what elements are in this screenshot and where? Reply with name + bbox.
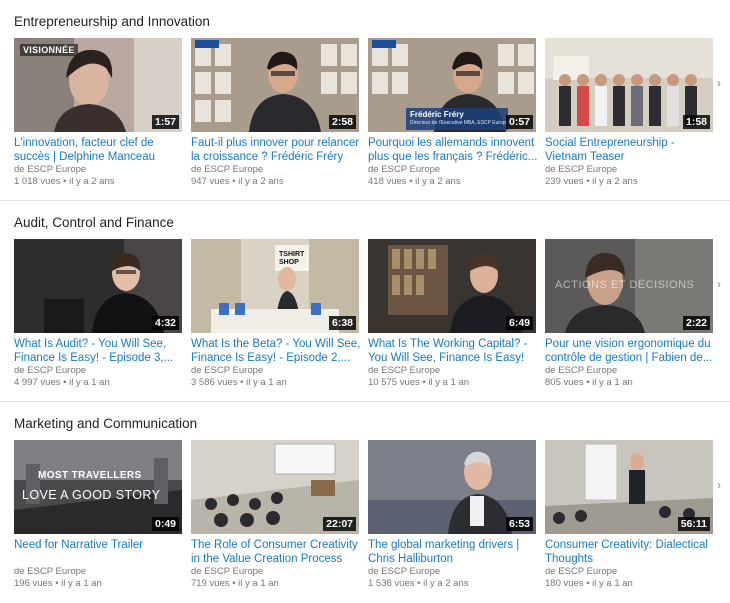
- video-meta: 4 997 vues • il y a 1 an: [14, 377, 110, 388]
- video-thumbnail[interactable]: ACTIONS ET DÉCISIONS 2:22: [545, 239, 713, 333]
- video-thumbnail[interactable]: MOST TRAVELLERS LOVE A GOOD STORY 0:49: [14, 440, 182, 534]
- video-thumbnail[interactable]: 6:53: [368, 440, 536, 534]
- video-meta: 1 018 vues • il y a 2 ans: [14, 176, 115, 187]
- duration-badge: 6:49: [505, 316, 533, 330]
- video-title-link[interactable]: The global marketing drivers | Chris Hal…: [368, 538, 538, 566]
- video-meta: 805 vues • il y a 1 an: [545, 377, 633, 388]
- video-thumbnail[interactable]: 1:58: [545, 38, 713, 132]
- video-title-link[interactable]: Pour une vision ergonomique du contrôle …: [545, 337, 715, 365]
- channel-name: de ESCP Europe: [368, 566, 441, 577]
- video-thumbnail[interactable]: 2:58: [191, 38, 359, 132]
- channel-name: de ESCP Europe: [545, 365, 618, 376]
- video-title-link[interactable]: What Is The Working Capital? - You Will …: [368, 337, 538, 365]
- video-meta: 180 vues • il y a 1 an: [545, 578, 633, 589]
- video-title-link[interactable]: Pourquoi les allemands innovent plus que…: [368, 136, 538, 164]
- watched-badge: VISIONNÉE: [20, 44, 78, 56]
- video-meta: 719 vues • il y a 1 an: [191, 578, 279, 589]
- video-meta: 239 vues • il y a 2 ans: [545, 176, 638, 187]
- channel-name: de ESCP Europe: [191, 164, 264, 175]
- video-title-link[interactable]: Consumer Creativity: Dialectical Thought…: [545, 538, 715, 566]
- video-title-link[interactable]: L'innovation, facteur clef de succès | D…: [14, 136, 184, 164]
- shop-sign-text: TSHIRT SHOP: [279, 251, 305, 266]
- overlay-line-1: MOST TRAVELLERS: [38, 470, 142, 481]
- video-title-link[interactable]: Faut-il plus innover pour relancer la cr…: [191, 136, 361, 164]
- shelf-marketing: Marketing and Communication MOST TRAVELL…: [0, 416, 730, 596]
- overlay-line-2: LOVE A GOOD STORY: [22, 488, 161, 502]
- lower-third-name: Frédéric Fréry: [410, 110, 464, 119]
- shelf-divider: [0, 200, 730, 201]
- duration-badge: 22:07: [323, 517, 356, 531]
- video-thumbnail[interactable]: 22:07: [191, 440, 359, 534]
- shelf-next-arrow-icon[interactable]: ›: [717, 76, 721, 90]
- video-meta: 947 vues • il y a 2 ans: [191, 176, 284, 187]
- channel-name: de ESCP Europe: [545, 164, 618, 175]
- shelf-divider: [0, 401, 730, 402]
- duration-badge: 0:57: [505, 115, 533, 129]
- video-thumbnail[interactable]: TSHIRT SHOP 6:38: [191, 239, 359, 333]
- shelf-title[interactable]: Audit, Control and Finance: [14, 215, 174, 230]
- duration-badge: 6:53: [505, 517, 533, 531]
- channel-name: de ESCP Europe: [14, 365, 87, 376]
- shelf-title[interactable]: Marketing and Communication: [14, 416, 197, 431]
- channel-name: de ESCP Europe: [368, 164, 441, 175]
- channel-name: de ESCP Europe: [545, 566, 618, 577]
- video-meta: 1 538 vues • il y a 2 ans: [368, 578, 469, 589]
- channel-name: de ESCP Europe: [14, 566, 87, 577]
- video-thumbnail[interactable]: 4:32: [14, 239, 182, 333]
- video-title-link[interactable]: Need for Narrative Trailer: [14, 538, 184, 566]
- video-thumbnail[interactable]: VISIONNÉE 1:57: [14, 38, 182, 132]
- video-title-link[interactable]: What Is the Beta? - You Will See, Financ…: [191, 337, 361, 365]
- duration-badge: 0:49: [151, 517, 179, 531]
- overlay-caption: ACTIONS ET DÉCISIONS: [555, 279, 695, 291]
- duration-badge: 4:32: [151, 316, 179, 330]
- channel-name: de ESCP Europe: [191, 365, 264, 376]
- duration-badge: 56:11: [677, 517, 710, 531]
- video-thumbnail[interactable]: Frédéric Fréry Directeur de l'Executive …: [368, 38, 536, 132]
- channel-name: de ESCP Europe: [14, 164, 87, 175]
- duration-badge: 1:58: [682, 115, 710, 129]
- lower-third-role: Directeur de l'Executive MBA, ESCP Europ…: [410, 120, 509, 126]
- video-meta: 418 vues • il y a 2 ans: [368, 176, 461, 187]
- shelf-title[interactable]: Entrepreneurship and Innovation: [14, 14, 210, 29]
- video-thumbnail[interactable]: 56:11: [545, 440, 713, 534]
- video-title-link[interactable]: What Is Audit? - You Will See, Finance I…: [14, 337, 184, 365]
- duration-badge: 1:57: [151, 115, 179, 129]
- video-meta: 196 vues • il y a 1 an: [14, 578, 102, 589]
- video-title-link[interactable]: The Role of Consumer Creativity in the V…: [191, 538, 361, 566]
- channel-name: de ESCP Europe: [368, 365, 441, 376]
- duration-badge: 6:38: [328, 316, 356, 330]
- channel-name: de ESCP Europe: [191, 566, 264, 577]
- video-title-link[interactable]: Social Entrepreneurship - Vietnam Teaser: [545, 136, 715, 164]
- shelf-next-arrow-icon[interactable]: ›: [717, 478, 721, 492]
- video-meta: 10 575 vues • il y a 1 an: [368, 377, 470, 388]
- duration-badge: 2:22: [682, 316, 710, 330]
- video-thumbnail[interactable]: 6:49: [368, 239, 536, 333]
- video-meta: 3 586 vues • il y a 1 an: [191, 377, 287, 388]
- shelf-entrepreneurship: Entrepreneurship and Innovation VISIONNÉ…: [0, 14, 730, 194]
- duration-badge: 2:58: [328, 115, 356, 129]
- shelf-audit-finance: Audit, Control and Finance 4:32 What Is …: [0, 215, 730, 395]
- shelf-next-arrow-icon[interactable]: ›: [717, 277, 721, 291]
